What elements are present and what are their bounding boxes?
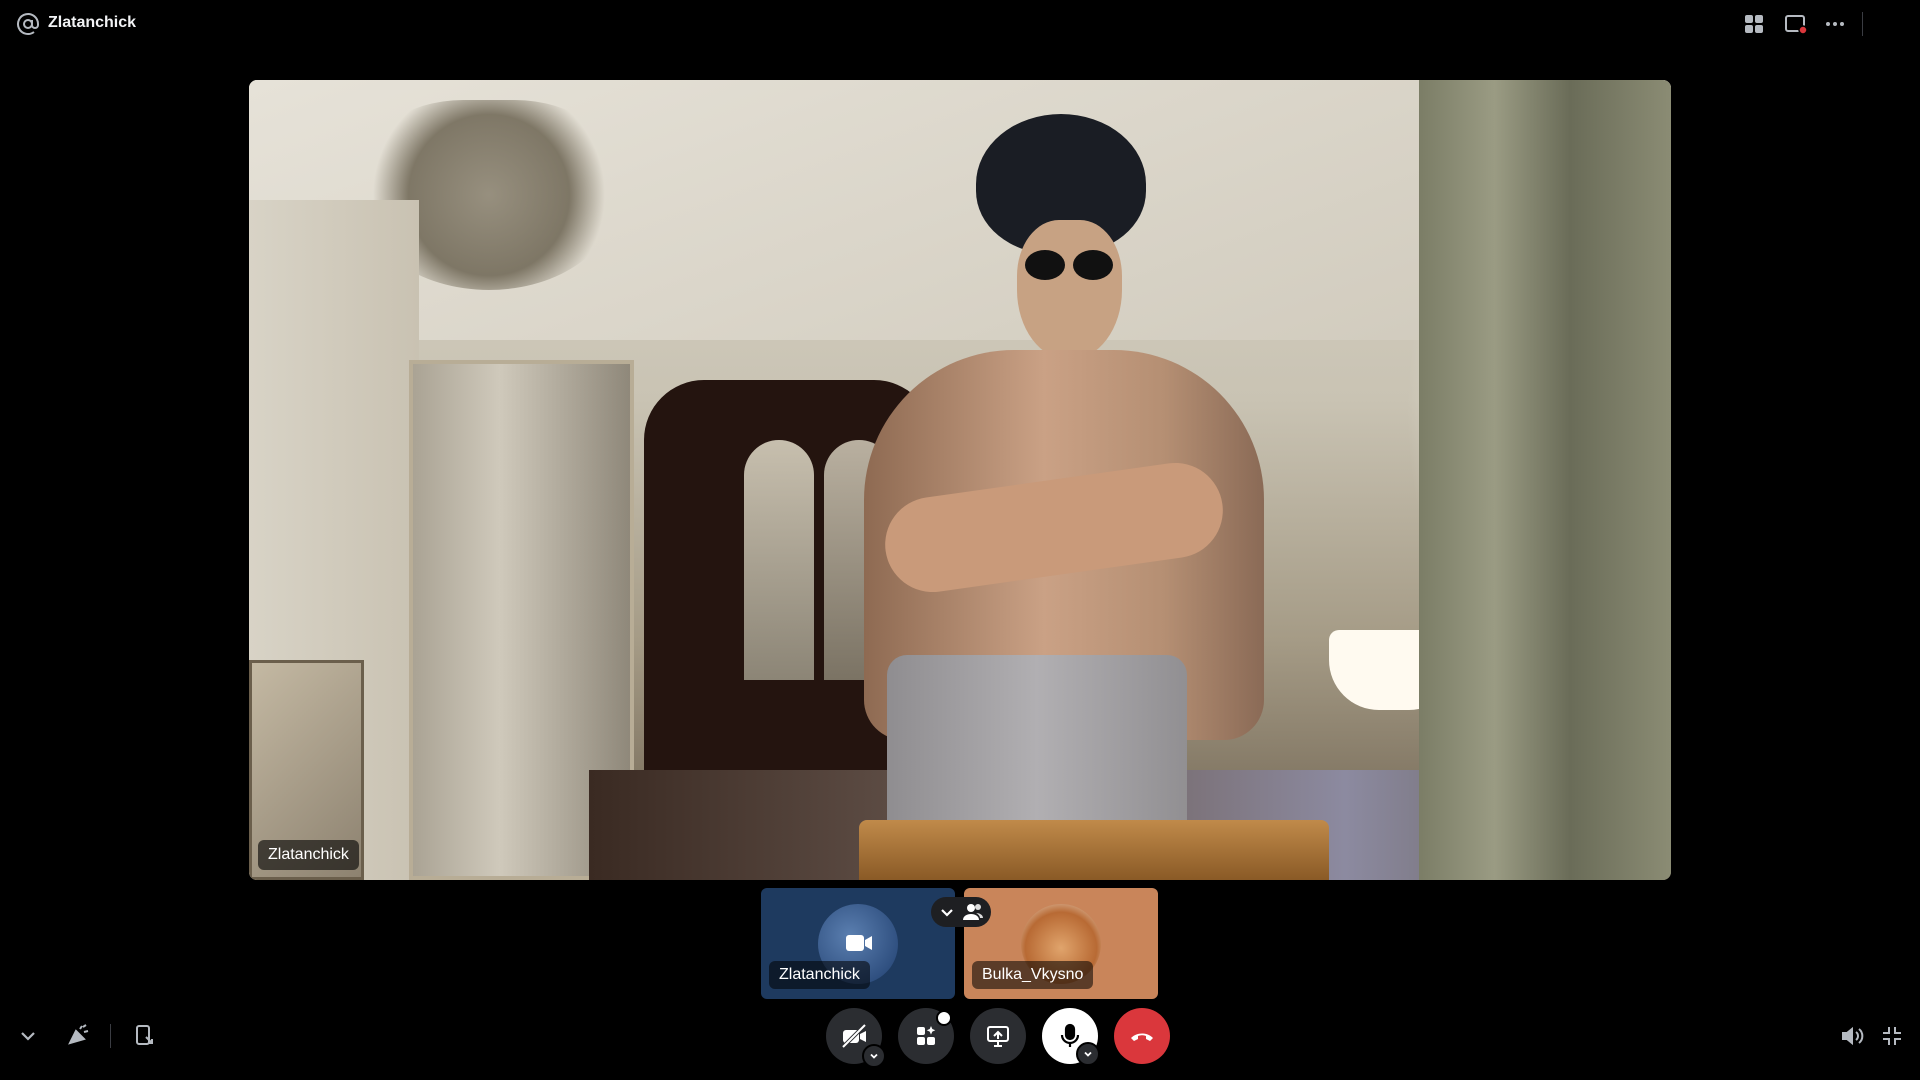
microphone-button[interactable] [1042,1008,1100,1066]
call-header: Zlatanchick [0,0,1920,48]
controls-divider [110,1024,111,1048]
people-icon[interactable] [962,902,984,922]
activity-device-icon[interactable] [128,1020,160,1052]
popout-window-icon[interactable] [1781,10,1809,38]
curtains [1419,80,1671,880]
channel-title: Zlatanchick [48,14,137,31]
table-edge [859,820,1329,880]
participant-name: Bulka_Vkysno [972,961,1094,989]
soundboard-icon[interactable] [62,1020,94,1052]
header-divider [1862,12,1863,36]
hang-up-icon [1128,1022,1156,1050]
participant-tile-zlatanchick[interactable]: Zlatanchick [761,888,955,999]
microphone-options-caret[interactable] [1076,1042,1100,1066]
at-icon [16,12,40,36]
activities-button[interactable] [898,1008,954,1064]
main-video-name-label: Zlatanchick [258,840,359,870]
activities-icon [912,1022,940,1050]
camera-off-button[interactable] [826,1008,886,1068]
screen-share-button[interactable] [970,1008,1026,1064]
notification-dot [936,1010,952,1026]
volume-icon[interactable] [1836,1020,1868,1052]
video-camera-icon [844,930,874,956]
participant-name: Zlatanchick [769,961,870,989]
tile-overlay-controls[interactable] [931,897,991,927]
exit-fullscreen-icon[interactable] [1876,1020,1908,1052]
grid-layout-icon[interactable] [1740,10,1768,38]
chevron-down-icon[interactable] [938,903,956,921]
camera-off-icon [840,1022,868,1050]
more-options-icon[interactable] [1821,10,1849,38]
end-call-button[interactable] [1114,1008,1170,1064]
screen-share-icon [984,1022,1012,1050]
chevron-down-icon[interactable] [12,1020,44,1052]
face [1017,220,1122,360]
participant-tile-bulka[interactable]: Bulka_Vkysno [964,888,1158,999]
main-video-feed[interactable]: Zlatanchick [249,80,1671,880]
camera-options-caret[interactable] [862,1044,886,1068]
